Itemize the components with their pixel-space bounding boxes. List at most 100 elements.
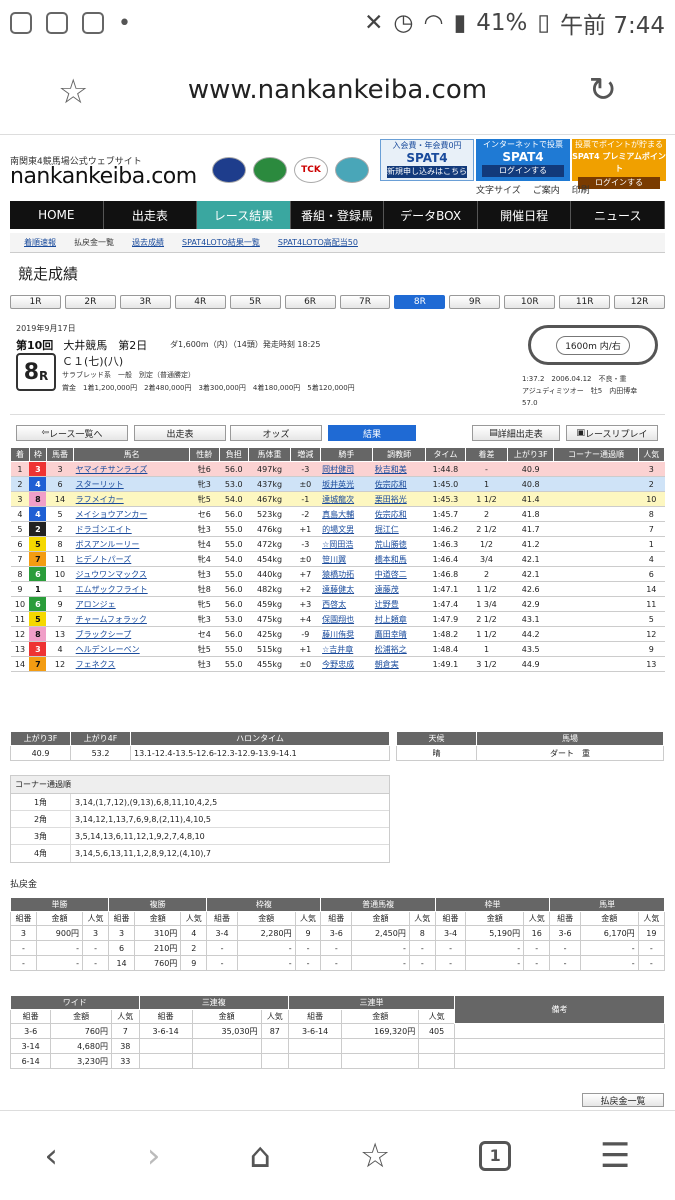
trainer-cell[interactable]: 村上頼章	[372, 611, 426, 627]
horse-name-cell[interactable]: ラフメイカー	[73, 491, 190, 507]
spat4-point-banner[interactable]: 投票でポイントが貯まる SPAT4 プレミアムポイント ログインする	[572, 139, 666, 189]
horse-name-cell[interactable]: ヤマイチサンライズ	[73, 461, 190, 477]
race-tab[interactable]: 1R	[10, 295, 61, 309]
result-button[interactable]: 結果	[328, 425, 416, 441]
bookmarks-icon[interactable]: ☆	[360, 1136, 390, 1176]
font-size-tool[interactable]: 文字サイズ	[476, 183, 521, 196]
race-card-button[interactable]: 出走表	[134, 425, 226, 441]
trainer-cell[interactable]: 遠藤茂	[372, 581, 426, 597]
subnav-past-results[interactable]: 過去成績	[132, 237, 164, 248]
odds-button[interactable]: オッズ	[230, 425, 322, 441]
horse-name-cell[interactable]: メイショウアンカー	[73, 506, 190, 522]
trainer-cell[interactable]: 佐宗応和	[372, 476, 426, 492]
guide-link[interactable]: ご案内	[533, 183, 560, 196]
trainer-cell[interactable]: 荒山勝徳	[372, 536, 426, 552]
horse-no-cell: 5	[46, 506, 74, 522]
spat4-signup-banner[interactable]: 入会費・年会費0円 SPAT4 新規申し込みはこちら	[380, 139, 474, 181]
race-tab[interactable]: 12R	[614, 295, 666, 309]
detail-card-button[interactable]: ▤ 詳細出走表	[472, 425, 560, 441]
jockey-cell[interactable]: 保園翔也	[320, 611, 373, 627]
nav-entries[interactable]: 出走表	[104, 201, 198, 229]
nav-results[interactable]: レース結果	[197, 201, 291, 229]
tck-logo-icon[interactable]: TCK	[294, 157, 328, 183]
horse-name-cell[interactable]: チャームフォラック	[73, 611, 190, 627]
payout-row: - - -14 760円 9- - - - - - - - - - - -	[10, 955, 666, 971]
jockey-cell[interactable]: 藤川侑奨	[320, 626, 373, 642]
race-tab[interactable]: 9R	[449, 295, 501, 309]
finish-cell: 14	[10, 656, 30, 672]
jockey-cell[interactable]: ☆岡田浩	[320, 536, 373, 552]
tabs-icon[interactable]: 1	[479, 1140, 512, 1171]
nav-home[interactable]: HOME	[10, 201, 104, 229]
trainer-cell[interactable]: 堀江仁	[372, 521, 426, 537]
race-tab[interactable]: 4R	[174, 295, 226, 309]
race-tab[interactable]: 7R	[339, 295, 391, 309]
horse-name-cell[interactable]: ブラックシープ	[73, 626, 190, 642]
nav-program[interactable]: 番組・登録馬	[291, 201, 385, 229]
race-tab[interactable]: 2R	[64, 295, 116, 309]
jockey-cell[interactable]: 的場文男	[320, 521, 373, 537]
site-logo[interactable]: nankankeiba.com	[10, 164, 197, 189]
waku-cell: 6	[29, 596, 47, 612]
race-tab-active[interactable]: 8R	[394, 295, 446, 309]
race-tab[interactable]: 5R	[229, 295, 281, 309]
nav-databox[interactable]: データBOX	[384, 201, 478, 229]
jockey-cell[interactable]: ☆吉井章	[320, 641, 373, 657]
trainer-cell[interactable]: 佐宗応和	[372, 506, 426, 522]
trainer-cell[interactable]: 朝倉実	[372, 656, 426, 672]
nav-schedule[interactable]: 開催日程	[478, 201, 572, 229]
jockey-cell[interactable]: 遠藤健太	[320, 581, 373, 597]
trainer-cell[interactable]: 橋本和馬	[372, 551, 426, 567]
funabashi-logo-icon[interactable]	[253, 157, 287, 183]
back-to-race-list-button[interactable]: ⇦ レース一覧へ	[16, 425, 128, 441]
bookmark-star-icon[interactable]: ☆	[58, 72, 88, 112]
jockey-cell[interactable]: 猿橋功拓	[320, 566, 373, 582]
horse-name-cell[interactable]: ヒデノトパーズ	[73, 551, 190, 567]
jockey-cell[interactable]: 西啓太	[320, 596, 373, 612]
jockey-cell[interactable]: 坂井英光	[320, 476, 373, 492]
horse-name-cell[interactable]: アロンジェ	[73, 596, 190, 612]
subnav-loto-results[interactable]: SPAT4LOTO結果一覧	[182, 237, 260, 248]
urawa-logo-icon[interactable]	[212, 157, 246, 183]
url-field[interactable]: www.nankankeiba.com	[188, 75, 487, 105]
jockey-cell[interactable]: 岡村健司	[320, 461, 373, 477]
horse-name-cell[interactable]: ドラゴンエイト	[73, 521, 190, 537]
home-icon[interactable]: ⌂	[249, 1136, 271, 1176]
horse-name-cell[interactable]: エムザックフライト	[73, 581, 190, 597]
back-icon[interactable]: ‹	[44, 1136, 58, 1176]
horse-name-cell[interactable]: ボスアンルーリー	[73, 536, 190, 552]
subnav-payout-list[interactable]: 払戻金一覧	[74, 237, 114, 248]
horse-name-cell[interactable]: ジュウワンマックス	[73, 566, 190, 582]
race-tab[interactable]: 3R	[119, 295, 171, 309]
trainer-cell[interactable]: 辻野豊	[372, 596, 426, 612]
menu-icon[interactable]: ☰	[600, 1136, 630, 1176]
horse-no-cell: 8	[46, 536, 74, 552]
trainer-cell[interactable]: 松浦裕之	[372, 641, 426, 657]
jockey-cell[interactable]: 今野忠成	[320, 656, 373, 672]
payout-list-button[interactable]: 払戻金一覧	[582, 1093, 664, 1107]
nav-news[interactable]: ニュース	[571, 201, 666, 229]
race-tab[interactable]: 11R	[559, 295, 611, 309]
popularity-cell: 10	[638, 491, 665, 507]
jockey-cell[interactable]: 達城龍次	[320, 491, 373, 507]
subnav-finish-flash[interactable]: 着順速報	[24, 237, 56, 248]
subnav-loto-high[interactable]: SPAT4LOTO高配当50	[278, 237, 358, 248]
print-link[interactable]: 印刷	[572, 183, 590, 196]
jockey-cell[interactable]: 笹川翼	[320, 551, 373, 567]
kawasaki-logo-icon[interactable]	[335, 157, 369, 183]
horse-name-cell[interactable]: スターリット	[73, 476, 190, 492]
payout-cell: 405	[418, 1023, 455, 1039]
race-tab[interactable]: 6R	[284, 295, 336, 309]
trainer-cell[interactable]: 栗田裕光	[372, 491, 426, 507]
trainer-cell[interactable]: 鷹田幸晴	[372, 626, 426, 642]
horse-name-cell[interactable]: フェネクス	[73, 656, 190, 672]
forward-icon[interactable]: ›	[147, 1136, 161, 1176]
reload-icon[interactable]: ↻	[589, 70, 618, 110]
replay-button[interactable]: ▣ レースリプレイ	[566, 425, 658, 441]
spat4-login-banner[interactable]: インターネットで投票 SPAT4 ログインする	[476, 139, 570, 181]
race-tab[interactable]: 10R	[504, 295, 556, 309]
trainer-cell[interactable]: 秋吉和美	[372, 461, 426, 477]
trainer-cell[interactable]: 中道啓二	[372, 566, 426, 582]
horse-name-cell[interactable]: ヘルデンレーベン	[73, 641, 190, 657]
jockey-cell[interactable]: 真島大輔	[320, 506, 373, 522]
